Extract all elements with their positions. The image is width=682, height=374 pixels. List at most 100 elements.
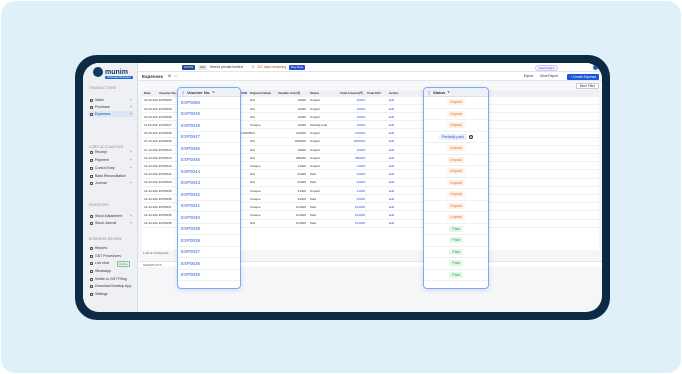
table-cell: Cheque: [250, 196, 261, 201]
column-header[interactable]: Total Amount(₹): [340, 91, 365, 95]
table-cell[interactable]: Edit: [389, 172, 403, 176]
add-icon[interactable]: +: [130, 166, 132, 170]
voucher-number-link[interactable]: EXP0042: [178, 189, 240, 201]
sidebar-item-gst-procedures[interactable]: GST Procedures: [88, 253, 134, 259]
sidebar-item-whatsapp[interactable]: WhatsApp: [88, 268, 134, 274]
voucher-number-link[interactable]: EXP0043: [178, 178, 240, 189]
avatar[interactable]: [593, 64, 598, 70]
add-icon[interactable]: +: [130, 98, 132, 102]
sort-icon[interactable]: ⇅: [447, 90, 450, 94]
status-badge: Partially paid: [438, 133, 467, 140]
table-cell: 13-12-2024: [144, 213, 158, 218]
voucher-number-link[interactable]: EXP0036: [178, 258, 240, 270]
column-header[interactable]: Total GST: [367, 91, 387, 95]
column-header[interactable]: Action: [389, 91, 403, 95]
buy-now-button[interactable]: Buy Now: [289, 64, 306, 70]
table-cell[interactable]: Edit: [389, 213, 403, 217]
sidebar-item-settings[interactable]: Settings: [88, 291, 134, 297]
voucher-number-link[interactable]: EXP0050: [178, 97, 240, 109]
export-button[interactable]: Export: [524, 74, 533, 78]
voucher-popup-header: ⋮ Voucher No. ⇅: [178, 88, 240, 97]
voucher-number-link[interactable]: EXP0038: [178, 235, 240, 247]
table-cell[interactable]: Edit: [389, 98, 403, 102]
table-cell: N/A: [250, 131, 256, 136]
table-cell: 11000: [297, 163, 306, 168]
sidebar-item-purchase[interactable]: Purchase +: [88, 104, 134, 110]
sidebar-item-receipt[interactable]: Receipt +: [88, 149, 134, 155]
more-filter-button[interactable]: More Filter: [575, 82, 599, 89]
settings-icon[interactable]: ⚙: [168, 74, 171, 78]
table-cell: Paid: [310, 180, 317, 185]
table-cell: 10000: [356, 114, 365, 119]
status-badge: Unpaid: [446, 191, 466, 198]
table-cell[interactable]: Edit: [389, 123, 403, 127]
voucher-number-link[interactable]: EXP0044: [178, 166, 240, 178]
voucher-number-link[interactable]: EXP0040: [178, 212, 240, 224]
add-icon[interactable]: +: [130, 181, 132, 185]
table-cell: 10000: [356, 106, 365, 111]
table-cell[interactable]: Edit: [389, 156, 403, 160]
table-cell[interactable]: Edit: [389, 221, 403, 225]
sort-icon[interactable]: ⇅: [212, 90, 215, 94]
more-report-button[interactable]: More Report: [540, 74, 558, 78]
sidebar-section-label: TRANSACTIONS: [89, 86, 117, 90]
table-cell[interactable]: Edit: [389, 148, 403, 152]
sidebar-item-expenses[interactable]: Expenses +: [88, 111, 134, 117]
add-icon[interactable]: +: [130, 221, 132, 225]
sidebar-item-stock-adjustment[interactable]: Stock Adjustment +: [88, 213, 134, 219]
sidebar-section-label: BUSINESS REVIEW: [89, 237, 122, 241]
sidebar-item-contra-entry[interactable]: Contra Entry +: [88, 165, 134, 171]
create-expense-button[interactable]: + Create Expense: [567, 73, 599, 80]
brand-logo[interactable]: munim Automated Business: [93, 67, 133, 79]
table-cell[interactable]: Edit: [389, 107, 403, 111]
sidebar-item-sales[interactable]: Sales +: [88, 97, 134, 103]
table-cell[interactable]: Edit: [389, 197, 403, 201]
status-badge: Unpaid: [446, 99, 466, 106]
sidebar-item-download-desktop-app[interactable]: Download Desktop App: [88, 283, 134, 289]
status-column-popup: ⋮ Status ⇅ Unpaid Unpaid Unpaid Partially p…: [423, 87, 489, 289]
sidebar-item-stock-journal[interactable]: Stock Journal +: [88, 220, 134, 226]
voucher-number-link[interactable]: EXP0045: [178, 155, 240, 166]
add-icon[interactable]: +: [130, 105, 132, 109]
status-row: Unpaid: [424, 109, 488, 120]
table-cell[interactable]: Edit: [389, 205, 403, 209]
voucher-number-link[interactable]: EXP0041: [178, 201, 240, 212]
table-cell: Cheque: [250, 188, 261, 193]
column-header[interactable]: Taxable Amt.(₹): [278, 91, 306, 95]
voucher-number-link[interactable]: EXP0037: [178, 247, 240, 258]
voucher-number-link[interactable]: EXP0046: [178, 143, 240, 155]
add-icon[interactable]: +: [130, 112, 132, 116]
sidebar-item-bank-reconciliation[interactable]: Bank Reconciliation: [88, 173, 134, 179]
sidebar-item-switch-to-gst-filing[interactable]: Switch to GST Filing: [88, 276, 134, 282]
voucher-number-link[interactable]: EXP0035: [178, 270, 240, 281]
drag-handle-icon[interactable]: ⋮: [181, 90, 185, 95]
table-cell[interactable]: Edit: [389, 115, 403, 119]
add-icon[interactable]: +: [130, 150, 132, 154]
add-icon[interactable]: +: [130, 158, 132, 162]
table-cell[interactable]: Edit: [389, 131, 403, 135]
need-help-button[interactable]: Need help?: [534, 64, 558, 71]
table-cell: 27-12-2024: [144, 147, 158, 152]
column-header[interactable]: Date: [144, 91, 158, 95]
info-icon[interactable]: ?: [468, 134, 474, 139]
sidebar-item-reports[interactable]: Reports: [88, 245, 134, 251]
table-cell[interactable]: Edit: [389, 180, 403, 184]
voucher-popup-title: Voucher No.: [187, 89, 211, 95]
table-cell[interactable]: Edit: [389, 189, 403, 193]
voucher-number-link[interactable]: EXP0048: [178, 120, 240, 132]
sidebar-item-payment[interactable]: Payment +: [88, 157, 134, 163]
voucher-number-link[interactable]: EXP0039: [178, 224, 240, 235]
column-header[interactable]: Payment Mode: [250, 91, 276, 95]
column-header[interactable]: Status: [310, 91, 338, 95]
drag-handle-icon[interactable]: ⋮: [427, 90, 431, 95]
table-cell[interactable]: Edit: [389, 139, 403, 143]
sidebar-item-journal[interactable]: Journal +: [88, 180, 134, 186]
table-cell[interactable]: Edit: [389, 164, 403, 168]
voucher-number-link[interactable]: EXP0047: [178, 132, 240, 143]
star-icon[interactable]: ☆: [174, 74, 177, 78]
company-name[interactable]: Meera private limited: [210, 65, 242, 69]
company-id-chip[interactable]: GSTIN: [182, 64, 196, 70]
add-icon[interactable]: +: [130, 214, 132, 218]
voucher-number-link[interactable]: EXP0049: [178, 109, 240, 120]
status-row: Partially paid?: [424, 132, 488, 143]
